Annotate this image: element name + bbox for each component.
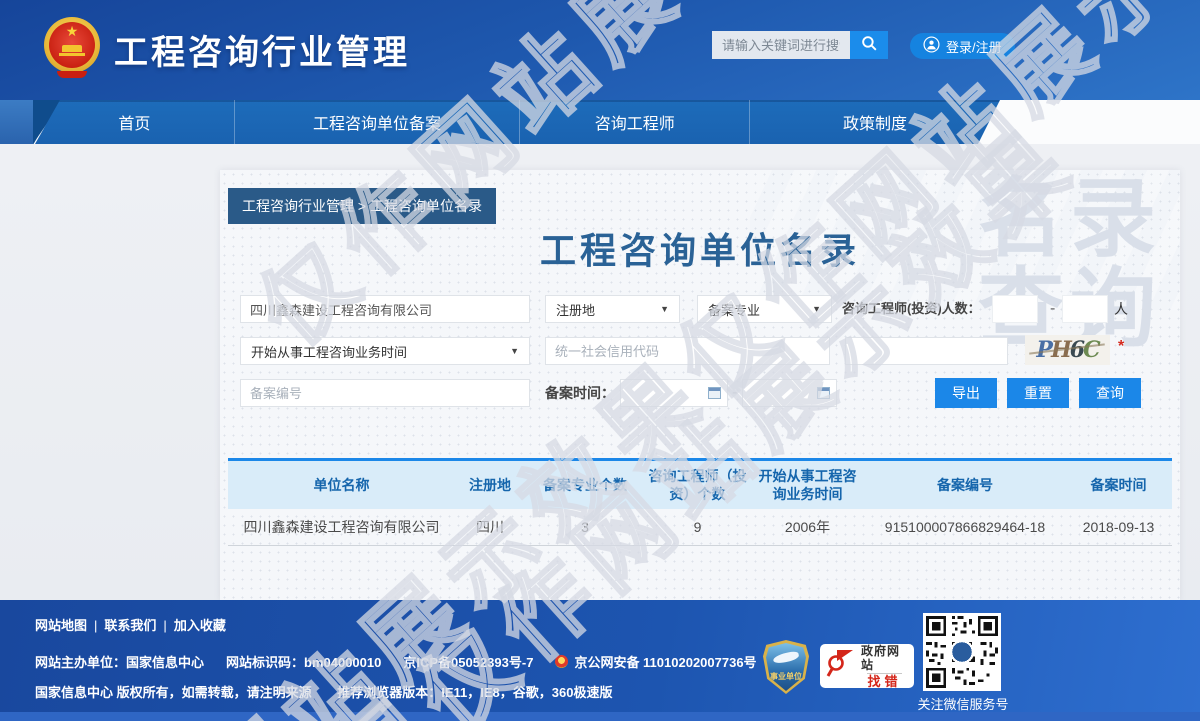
page-title: 工程咨询单位名录 <box>220 222 1180 274</box>
company-name-input[interactable] <box>240 295 530 323</box>
person-unit-label: 人 <box>1114 295 1128 323</box>
nav-item-home[interactable]: 首页 <box>35 100 235 144</box>
credit-code-input[interactable] <box>545 337 830 365</box>
nav-item-unit-filing[interactable]: 工程咨询单位备案 <box>235 100 521 144</box>
cell-register-place: 四川 <box>455 509 525 546</box>
calendar-icon[interactable] <box>817 387 830 399</box>
institution-shield-badge[interactable]: 事业单位 <box>763 640 809 694</box>
user-icon <box>923 36 940 56</box>
footer: 网站地图 | 联系我们 | 加入收藏 网站主办单位：国家信息中心 网站标识码：bm040… <box>0 600 1200 721</box>
pipe-divider: | <box>94 618 97 633</box>
col-register-place: 注册地 <box>455 460 525 510</box>
chevron-down-icon: ▼ <box>660 304 669 314</box>
header: ★ 工程咨询行业管理 登录/注册 <box>0 0 1200 100</box>
required-asterisk: * <box>1118 338 1124 356</box>
footer-security-record[interactable]: 京公网安备 11010202007736号 <box>574 652 756 671</box>
captcha-image[interactable]: PH6C <box>1025 335 1110 365</box>
public-security-badge-icon <box>555 655 568 668</box>
footer-site-code: 网站标识码：bm04000010 <box>226 652 381 671</box>
footer-copyright-line: 国家信息中心 版权所有，如需转载，请注明来源 推荐浏览器版本：IE11，IE8，… <box>35 682 612 701</box>
search-input[interactable] <box>712 31 850 59</box>
table-row: 四川鑫森建设工程咨询有限公司 四川 3 9 2006年 915100007866… <box>228 509 1172 546</box>
footer-bottom-strip <box>0 712 1200 721</box>
footer-registration-line: 网站主办单位：国家信息中心 网站标识码：bm04000010 京ICP备0505… <box>35 652 757 671</box>
pipe-divider: | <box>163 618 166 633</box>
record-time-start-input[interactable] <box>620 379 728 407</box>
content-area: 名录 查询 工程咨询行业管理 > 工程咨询单位名录 工程咨询单位名录 注册地 ▼… <box>0 144 1200 600</box>
results-table: 单位名称 注册地 备案专业个数 咨询工程师（投资）个数 开始从事工程咨询业务时间… <box>228 458 1172 546</box>
footer-link-contact[interactable]: 联系我们 <box>104 618 156 633</box>
footer-icp[interactable]: 京ICP备05052393号-7 <box>403 652 533 671</box>
national-emblem-icon: ★ <box>44 17 100 81</box>
cell-unit-name: 四川鑫森建设工程咨询有限公司 <box>228 509 455 546</box>
shield-bird-icon <box>772 650 799 664</box>
main-panel: 名录 查询 工程咨询行业管理 > 工程咨询单位名录 工程咨询单位名录 注册地 ▼… <box>220 170 1180 600</box>
gov-site-error-report-badge[interactable]: 政府网站 找错 <box>820 644 914 688</box>
main-nav: 首页 工程咨询单位备案 咨询工程师 政策制度 <box>35 100 1000 144</box>
footer-browsers: 推荐浏览器版本：IE11，IE8，谷歌，360极速版 <box>337 685 612 700</box>
register-place-select[interactable]: 注册地 ▼ <box>545 295 680 323</box>
engineer-count-max-input[interactable] <box>1062 295 1108 323</box>
cell-major-count: 3 <box>525 509 645 546</box>
chevron-down-icon: ▼ <box>812 304 821 314</box>
captcha-input[interactable] <box>845 337 1008 365</box>
chevron-down-icon: ▼ <box>510 346 519 356</box>
error-report-icon <box>826 648 856 685</box>
record-time-label: 备案时间： <box>545 379 615 407</box>
footer-host: 网站主办单位：国家信息中心 <box>35 652 204 671</box>
col-record-time: 备案时间 <box>1065 460 1172 510</box>
range-dash: - <box>1050 295 1055 323</box>
nav-row: 首页 工程咨询单位备案 咨询工程师 政策制度 <box>0 100 1200 144</box>
login-register-button[interactable]: 登录/注册 <box>910 33 1015 59</box>
site-title: 工程咨询行业管理 <box>114 25 410 74</box>
qr-caption: 关注微信服务号 <box>908 694 1018 713</box>
search-button[interactable] <box>850 31 888 59</box>
col-major-count: 备案专业个数 <box>525 460 645 510</box>
engineer-count-min-input[interactable] <box>992 295 1038 323</box>
reset-button[interactable]: 重置 <box>1007 378 1069 408</box>
search-icon <box>860 34 879 56</box>
cell-start-time: 2006年 <box>750 509 865 546</box>
col-engineer-count: 咨询工程师（投资）个数 <box>645 460 750 510</box>
cell-record-time: 2018-09-13 <box>1065 509 1172 546</box>
page: ★ 工程咨询行业管理 登录/注册 首页 工程咨询单位备案 咨询工程师 政策制度 <box>0 0 1200 721</box>
gov-badge-line1: 政府网站 <box>861 644 908 672</box>
breadcrumb[interactable]: 工程咨询行业管理 > 工程咨询单位名录 <box>228 188 496 224</box>
start-time-select[interactable]: 开始从事工程咨询业务时间 ▼ <box>240 337 530 365</box>
footer-links: 网站地图 | 联系我们 | 加入收藏 <box>35 615 226 634</box>
nav-item-consulting-engineer[interactable]: 咨询工程师 <box>520 100 750 144</box>
range-dash: - <box>732 379 737 407</box>
login-register-label: 登录/注册 <box>946 37 1002 56</box>
filing-major-select[interactable]: 备案专业 ▼ <box>697 295 832 323</box>
cell-record-number: 915100007866829464-18 <box>865 509 1065 546</box>
nav-item-policy[interactable]: 政策制度 <box>750 100 1000 144</box>
calendar-icon[interactable] <box>708 387 721 399</box>
col-unit-name: 单位名称 <box>228 460 455 510</box>
record-time-end-input[interactable] <box>742 379 837 407</box>
footer-copyright: 国家信息中心 版权所有，如需转载，请注明来源 <box>35 685 312 700</box>
record-number-input[interactable] <box>240 379 530 407</box>
engineer-count-label: 咨询工程师(投资)人数： <box>842 295 981 323</box>
col-record-number: 备案编号 <box>865 460 1065 510</box>
cell-engineer-count: 9 <box>645 509 750 546</box>
export-button[interactable]: 导出 <box>935 378 997 408</box>
footer-link-favorite[interactable]: 加入收藏 <box>174 618 226 633</box>
table-header-row: 单位名称 注册地 备案专业个数 咨询工程师（投资）个数 开始从事工程咨询业务时间… <box>228 460 1172 510</box>
query-button[interactable]: 查询 <box>1079 378 1141 408</box>
gov-badge-line2: 找错 <box>867 673 901 689</box>
footer-link-sitemap[interactable]: 网站地图 <box>35 618 87 633</box>
shield-label: 事业单位 <box>766 671 806 682</box>
col-start-time: 开始从事工程咨询业务时间 <box>750 460 865 510</box>
wechat-qr-code <box>923 613 1001 691</box>
